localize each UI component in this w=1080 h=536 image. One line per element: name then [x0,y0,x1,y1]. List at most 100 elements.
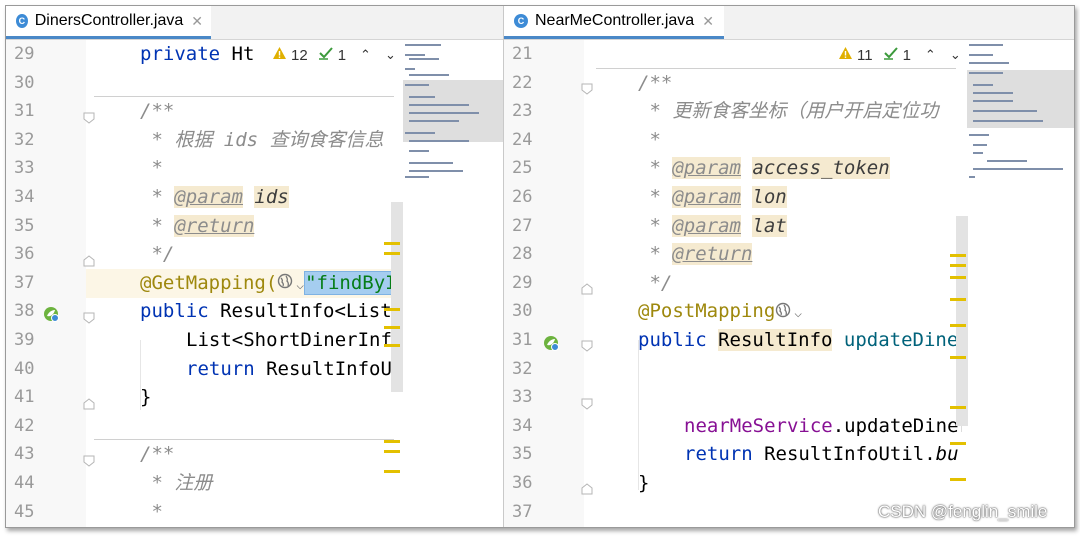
inspection-widget[interactable]: 11 1 ⌃ ⌄ [834,46,961,64]
chevron-down-icon[interactable]: ⌵ [794,306,802,321]
fold-icon[interactable] [581,83,593,95]
warning-marker[interactable] [384,242,400,245]
fold-icon[interactable] [581,398,593,410]
warning-marker[interactable] [950,324,966,327]
inspection-widget[interactable]: 12 1 ⌃ ⌄ [268,46,396,64]
warning-marker[interactable] [950,298,966,301]
globe-icon[interactable] [775,298,794,327]
line-number: 43 [14,444,35,465]
close-icon[interactable]: ✕ [191,13,203,30]
code-line: * @param lat [638,214,787,237]
method-separator [94,96,394,97]
code-line: } [638,472,650,494]
arrow-down-icon[interactable]: ⌄ [950,47,961,63]
close-icon[interactable]: ✕ [702,13,714,30]
line-number: 25 [512,158,533,179]
chevron-down-icon[interactable]: ⌵ [296,278,304,293]
code-line: @PostMapping ⌵ [638,297,802,329]
watermark: CSDN @fenglin_smile [878,502,1048,521]
fold-icon[interactable] [581,340,593,352]
java-class-icon: C [514,14,528,28]
code-line: */ [638,271,673,294]
line-number: 30 [14,72,35,93]
check-icon [883,46,899,64]
warning-marker[interactable] [950,356,966,359]
code-line: @GetMapping(⌵"findByI [140,269,398,301]
check-count: 1 [337,46,347,64]
code-line: */ [140,243,175,266]
fold-icon[interactable] [83,312,95,324]
warning-marker[interactable] [950,264,966,267]
code-line: /** [638,71,673,94]
line-number: 34 [512,415,533,436]
arrow-down-icon[interactable]: ⌄ [385,47,396,63]
warning-marker[interactable] [384,470,400,473]
warning-marker[interactable] [950,406,966,409]
code-line: } [140,386,152,409]
line-number: 45 [14,501,35,522]
warning-marker[interactable] [950,254,966,257]
line-number: 30 [512,301,533,322]
line-number: 36 [14,244,35,265]
code-line: /** [140,100,175,123]
code-line: public ResultInfo updateDiner [638,329,970,351]
tab-nearme-controller[interactable]: C NearMeController.java ✕ [504,6,724,39]
line-number: 32 [512,358,533,379]
warning-count: 12 [291,46,308,64]
line-number: 36 [512,473,533,493]
tab-diners-controller[interactable]: C DinersController.java ✕ [6,6,211,39]
code-line: private Ht [140,43,255,65]
line-number: 26 [512,187,533,207]
right-scrollbar-thumb[interactable] [956,216,968,426]
java-class-icon: C [16,14,28,28]
line-number: 38 [14,301,35,322]
code-line: public ResultInfo<List< [140,300,404,323]
fold-icon[interactable] [83,255,95,267]
line-number: 35 [512,444,533,465]
warning-marker[interactable] [950,478,966,481]
fold-icon[interactable] [83,398,95,410]
left-minimap[interactable] [403,40,503,180]
line-number: 42 [14,415,35,436]
indent-guide [638,340,639,490]
warning-marker[interactable] [384,326,400,329]
tab-label: NearMeController.java [535,12,695,29]
warning-marker[interactable] [950,442,966,445]
arrow-up-icon[interactable]: ⌃ [360,47,371,63]
code-line: nearMeService.updateDiner [684,414,970,437]
line-number: 27 [512,215,533,236]
method-separator [94,439,394,440]
right-minimap[interactable] [967,40,1074,180]
warning-icon [838,46,853,64]
right-editor-pane: C NearMeController.java ✕ 21 22 23 24 25… [504,6,1074,527]
line-number: 29 [14,44,35,64]
left-tab-bar: C DinersController.java ✕ [6,6,503,40]
line-number: 41 [14,387,35,408]
line-number: 32 [14,129,35,150]
fold-icon[interactable] [83,455,95,467]
fold-icon[interactable] [581,483,593,495]
fold-icon[interactable] [83,112,95,124]
warning-marker[interactable] [384,252,400,255]
globe-icon[interactable] [277,269,296,298]
warning-marker[interactable] [384,308,400,311]
spring-bean-icon[interactable] [42,305,60,327]
check-icon [318,46,334,64]
line-number: 29 [512,272,533,293]
line-number: 44 [14,473,35,493]
line-number: 37 [512,501,533,522]
code-line: * 注册 [140,472,213,494]
warning-marker[interactable] [384,440,400,443]
fold-icon[interactable] [581,283,593,295]
left-scrollbar-thumb[interactable] [391,202,403,392]
line-number: 23 [512,101,533,122]
spring-bean-icon[interactable] [542,334,560,356]
warning-marker[interactable] [950,276,966,279]
warning-icon [272,46,287,64]
code-line: * @param lon [638,186,787,208]
warning-marker[interactable] [384,344,400,347]
warning-marker[interactable] [384,450,400,453]
arrow-up-icon[interactable]: ⌃ [925,47,936,63]
line-number: 40 [14,358,35,379]
line-number: 22 [512,72,533,93]
